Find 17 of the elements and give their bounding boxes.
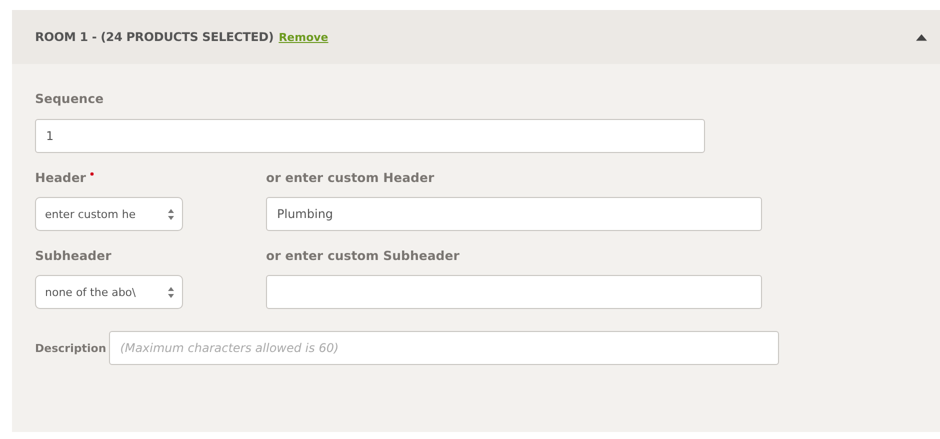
text-field[interactable] — [266, 275, 762, 309]
collapse-icon[interactable] — [916, 34, 927, 40]
panel-title: ROOM 1 - (24 PRODUCTS SELECTED) — [35, 30, 274, 44]
updown-icon — [168, 208, 174, 220]
description-field[interactable]: (Maximum characters allowed is 60) — [109, 331, 780, 365]
updown-icon — [168, 286, 174, 298]
field-label: Subheader — [35, 248, 112, 263]
field-label: Sequence — [35, 91, 105, 106]
select-dropdown[interactable]: none of the abo\ — [35, 275, 183, 309]
field-label: or enter custom Subheader — [266, 248, 460, 263]
field-label: or enter custom Header — [266, 170, 436, 185]
field-label: Header — [35, 170, 86, 185]
select-dropdown[interactable]: enter custom he — [35, 197, 183, 231]
text-field[interactable]: Plumbing — [266, 197, 762, 231]
panel-header[interactable]: ROOM 1 - (24 PRODUCTS SELECTED) Remove — [12, 10, 940, 64]
sequence-field[interactable]: 1 — [35, 119, 705, 153]
field-label: Description — [35, 342, 106, 354]
